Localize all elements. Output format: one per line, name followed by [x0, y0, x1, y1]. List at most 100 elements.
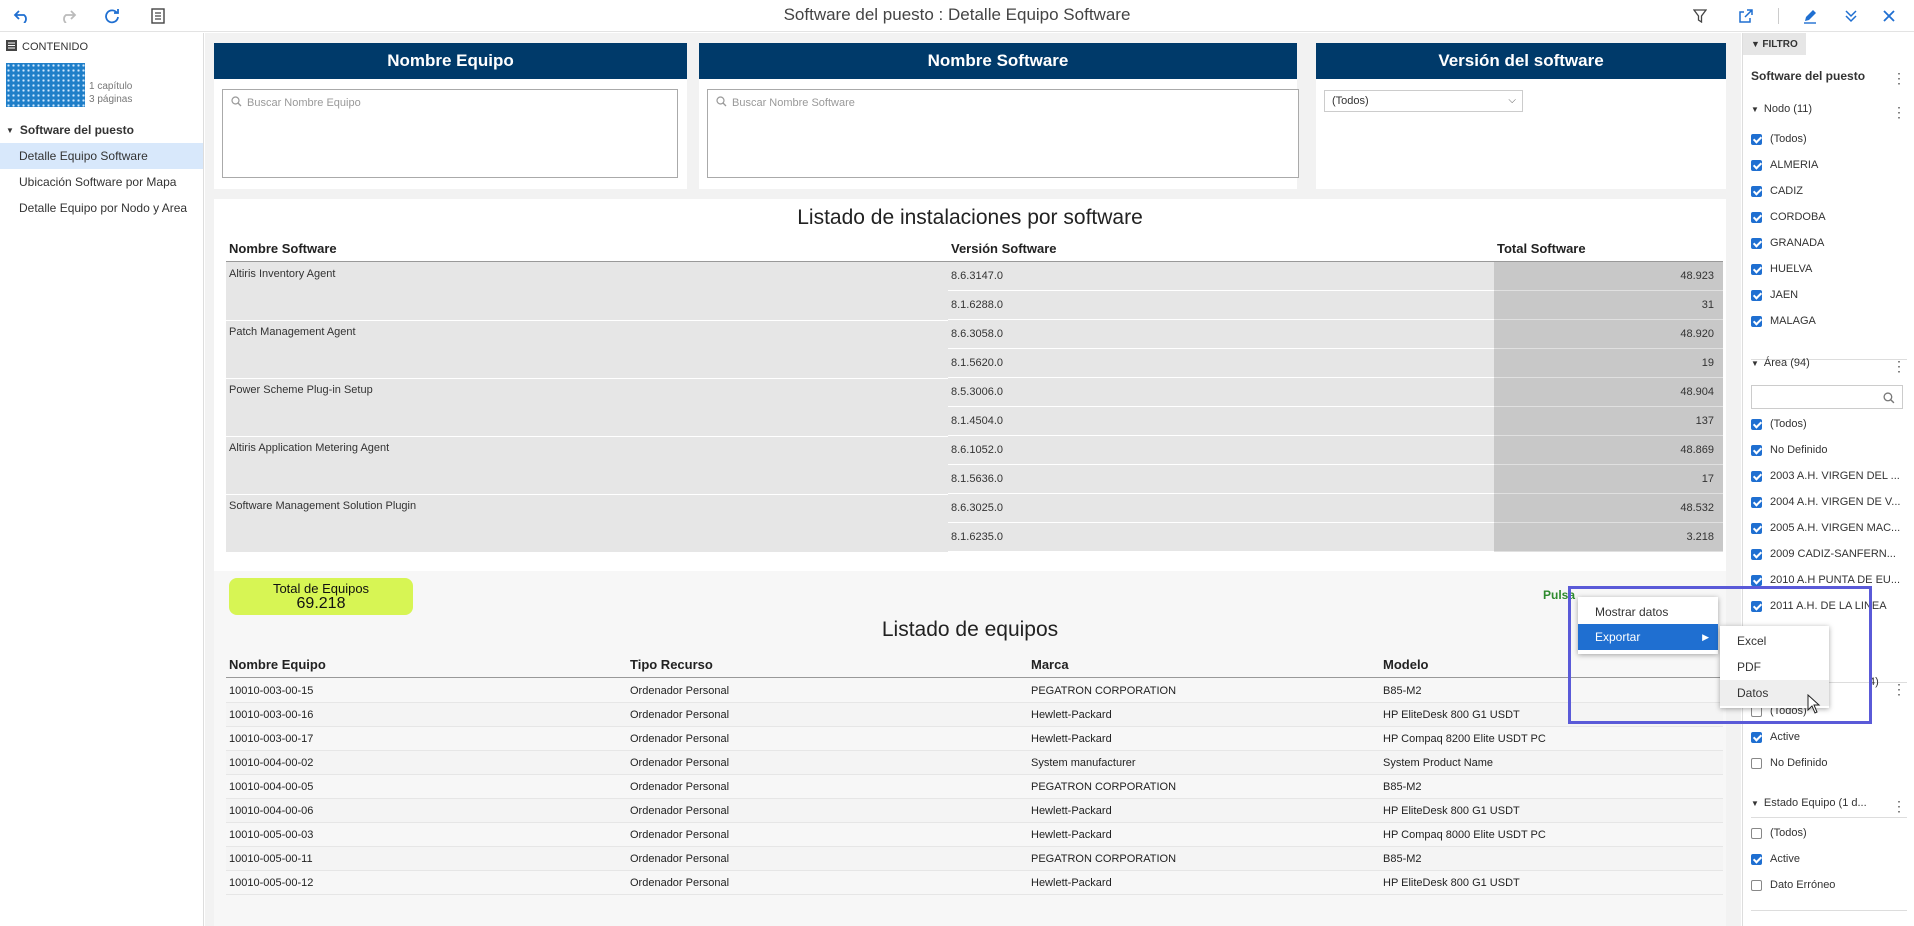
equipo-row[interactable]: 10010-003-00-16 Ordenador Personal Hewlett…: [226, 703, 1723, 727]
more-options-icon[interactable]: ⋮: [1892, 799, 1906, 813]
checkbox[interactable]: [1751, 731, 1762, 743]
install-row[interactable]: Patch Management Agent 8.6.3058.0 48.920: [226, 320, 1723, 349]
version-select[interactable]: (Todos) ⌵: [1324, 90, 1523, 112]
nodo-filter-option[interactable]: MALAGA: [1751, 315, 1816, 327]
cell-version: 8.1.6235.0: [948, 523, 1494, 552]
checkbox[interactable]: [1751, 237, 1762, 249]
chevron-down-icon: ⌵: [1508, 95, 1516, 106]
estado-group-header[interactable]: ▼ Estado Equipo (1 d...: [1751, 797, 1867, 809]
checkbox[interactable]: [1751, 548, 1762, 560]
report-thumbnail[interactable]: [6, 63, 85, 107]
cell-software: [226, 291, 948, 320]
checkbox[interactable]: [1751, 879, 1762, 891]
page-item-ubicacion-mapa[interactable]: Ubicación Software por Mapa: [0, 169, 203, 195]
option-label: GRANADA: [1770, 237, 1825, 249]
checkbox[interactable]: [1751, 211, 1762, 223]
checkbox[interactable]: [1751, 470, 1762, 482]
area-filter-option[interactable]: 2009 CADIZ-SANFERN...: [1751, 548, 1896, 560]
area-filter-option[interactable]: 2003 A.H. VIRGEN DEL ...: [1751, 470, 1900, 482]
nodo-filter-option[interactable]: HUELVA: [1751, 263, 1812, 275]
equipo-row[interactable]: 10010-005-00-11 Ordenador Personal PEGATRO…: [226, 847, 1723, 871]
checkbox[interactable]: [1751, 185, 1762, 197]
area-filter-option[interactable]: 2005 A.H. VIRGEN MAC...: [1751, 522, 1900, 534]
more-options-icon[interactable]: ⋮: [1892, 359, 1906, 373]
page-item-detalle-equipo[interactable]: Detalle Equipo Software: [0, 143, 203, 169]
checkbox[interactable]: [1751, 263, 1762, 275]
nodo-group-label: Nodo (11): [1763, 103, 1813, 115]
checkbox[interactable]: [1751, 853, 1762, 865]
checkbox[interactable]: [1751, 574, 1762, 586]
software-search-input[interactable]: Buscar Nombre Software: [707, 89, 1299, 178]
third-filter-option[interactable]: Active: [1751, 731, 1800, 743]
equipo-row[interactable]: 10010-005-00-12 Ordenador Personal Hewlett…: [226, 871, 1723, 895]
area-group-header[interactable]: ▼ Área (94): [1751, 357, 1810, 369]
equipo-search-input[interactable]: Buscar Nombre Equipo: [222, 89, 678, 178]
area-search-input[interactable]: [1751, 385, 1903, 409]
checkbox[interactable]: [1751, 444, 1762, 456]
section-software-del-puesto[interactable]: ▼ Software del puesto: [6, 123, 134, 137]
install-row[interactable]: Software Management Solution Plugin 8.6.3…: [226, 494, 1723, 523]
collapse-icon[interactable]: [1840, 5, 1862, 27]
install-row[interactable]: 8.1.4504.0 137: [226, 407, 1723, 436]
col-tipo-recurso[interactable]: Tipo Recurso: [630, 657, 713, 672]
nodo-group-header[interactable]: ▼ Nodo (11): [1751, 103, 1812, 115]
area-filter-option[interactable]: No Definido: [1751, 444, 1827, 456]
col-nombre-equipo[interactable]: Nombre Equipo: [229, 657, 326, 672]
close-icon[interactable]: [1878, 5, 1900, 27]
estado-filter-option[interactable]: (Todos): [1751, 827, 1807, 839]
col-version-software[interactable]: Versión Software: [951, 241, 1056, 256]
equipo-row[interactable]: 10010-003-00-15 Ordenador Personal PEGATRO…: [226, 679, 1723, 703]
col-nombre-software[interactable]: Nombre Software: [229, 241, 337, 256]
more-options-icon[interactable]: ⋮: [1892, 105, 1906, 119]
software-name: Software Management Solution Plugin: [229, 500, 417, 512]
cell-version: 8.1.5636.0: [948, 465, 1494, 494]
nodo-filter-option[interactable]: (Todos): [1751, 133, 1807, 145]
col-modelo[interactable]: Modelo: [1383, 657, 1429, 672]
checkbox[interactable]: [1751, 133, 1762, 145]
install-row[interactable]: 8.1.5636.0 17: [226, 465, 1723, 494]
install-row[interactable]: 8.1.6288.0 31: [226, 291, 1723, 320]
install-row[interactable]: Altiris Application Metering Agent 8.6.10…: [226, 436, 1723, 465]
more-options-icon[interactable]: ⋮: [1892, 682, 1906, 696]
more-options-icon[interactable]: ⋮: [1892, 71, 1906, 85]
option-label: Dato Erróneo: [1770, 879, 1836, 891]
checkbox[interactable]: [1751, 159, 1762, 171]
install-row[interactable]: Power Scheme Plug-in Setup 8.5.3006.0 48.9…: [226, 378, 1723, 407]
checkbox[interactable]: [1751, 757, 1762, 769]
edit-icon[interactable]: [1799, 5, 1821, 27]
install-row[interactable]: 8.1.6235.0 3.218: [226, 523, 1723, 552]
software-total: 137: [1494, 407, 1723, 436]
col-total-software[interactable]: Total Software: [1497, 241, 1586, 256]
equipo-row[interactable]: 10010-004-00-02 Ordenador Personal System …: [226, 751, 1723, 775]
area-filter-option[interactable]: (Todos): [1751, 418, 1807, 430]
equipo-row[interactable]: 10010-004-00-05 Ordenador Personal PEGATRO…: [226, 775, 1723, 799]
filter-icon[interactable]: [1689, 5, 1711, 27]
area-filter-option[interactable]: 2010 A.H PUNTA DE EU...: [1751, 574, 1900, 586]
nodo-filter-option[interactable]: CORDOBA: [1751, 211, 1826, 223]
equipo-row[interactable]: 10010-004-00-06 Ordenador Personal Hewlett…: [226, 799, 1723, 823]
checkbox[interactable]: [1751, 827, 1762, 839]
equipo-row[interactable]: 10010-005-00-03 Ordenador Personal Hewlett…: [226, 823, 1723, 847]
nodo-filter-option[interactable]: CADIZ: [1751, 185, 1803, 197]
install-row[interactable]: 8.1.5620.0 19: [226, 349, 1723, 378]
share-icon[interactable]: [1735, 5, 1757, 27]
nodo-filter-option[interactable]: GRANADA: [1751, 237, 1824, 249]
checkbox[interactable]: [1751, 289, 1762, 301]
filter-tab[interactable]: ▼ FILTRO: [1743, 33, 1806, 55]
install-row[interactable]: Altiris Inventory Agent 8.6.3147.0 48.923: [226, 262, 1723, 291]
third-filter-option[interactable]: No Definido: [1751, 757, 1827, 769]
area-filter-option[interactable]: 2004 A.H. VIRGEN DE V...: [1751, 496, 1900, 508]
checkbox[interactable]: [1751, 315, 1762, 327]
page-item-detalle-nodo-area[interactable]: Detalle Equipo por Nodo y Area: [0, 195, 203, 221]
estado-filter-option[interactable]: Dato Erróneo: [1751, 879, 1835, 891]
checkbox[interactable]: [1751, 418, 1762, 430]
col-marca[interactable]: Marca: [1031, 657, 1069, 672]
nodo-filter-option[interactable]: JAEN: [1751, 289, 1798, 301]
equipo-marca: Hewlett-Packard: [1031, 709, 1112, 721]
equipo-row[interactable]: 10010-003-00-17 Ordenador Personal Hewlett…: [226, 727, 1723, 751]
group-divider: [226, 378, 948, 379]
checkbox[interactable]: [1751, 522, 1762, 534]
checkbox[interactable]: [1751, 496, 1762, 508]
nodo-filter-option[interactable]: ALMERIA: [1751, 159, 1818, 171]
estado-filter-option[interactable]: Active: [1751, 853, 1800, 865]
